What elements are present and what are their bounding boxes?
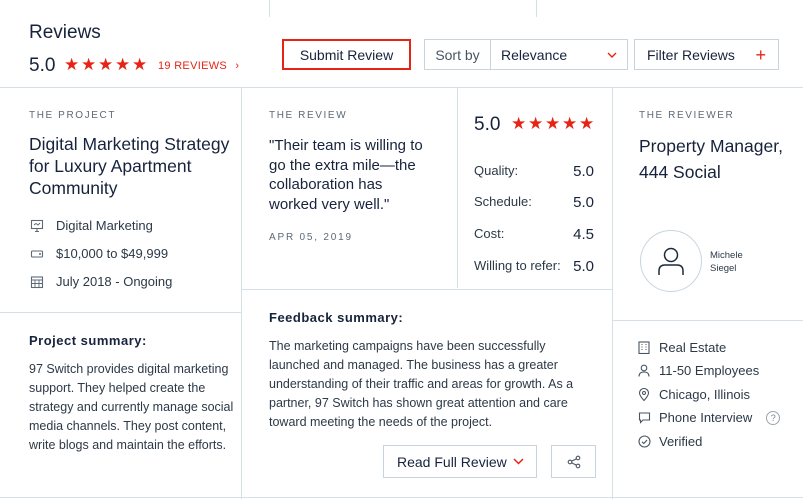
score-schedule: Schedule: 5.0 (474, 194, 594, 211)
project-title: Digital Marketing Strategy for Luxury Ap… (29, 134, 230, 198)
reviewer-location-text: Chicago, Illinois (659, 387, 751, 402)
share-icon (567, 455, 580, 468)
bottom-divider (0, 497, 803, 498)
reviews-count-link[interactable]: 19 REVIEWS › (158, 60, 239, 72)
feedback-divider (241, 289, 612, 290)
project-budget-text: $10,000 to $49,999 (56, 246, 169, 261)
review-quote: "Their team is willing to go the extra m… (269, 137, 423, 213)
chevron-down-icon (607, 52, 617, 58)
review-section-label: THE REVIEW (269, 110, 348, 121)
feedback-summary-text: The marketing campaigns have been succes… (269, 339, 574, 429)
project-budget: $10,000 to $49,999 (29, 246, 168, 261)
project-summary-text: 97 Switch provides digital marketing sup… (29, 362, 234, 452)
price-tag-icon (29, 246, 44, 261)
star-icon: ★ (132, 55, 148, 74)
star-icon: ★ (64, 55, 80, 74)
top-divider-left (269, 0, 270, 17)
score-label: Willing to refer: (474, 258, 561, 273)
reviews-count-label: 19 REVIEWS (158, 60, 228, 72)
submit-review-button[interactable]: Submit Review (282, 39, 411, 70)
reviewer-location: Chicago, Illinois (637, 387, 750, 402)
score-label: Quality: (474, 163, 519, 178)
reviewer-section-label: THE REVIEWER (639, 110, 735, 121)
review-overall-score: 5.0 (474, 114, 501, 135)
read-full-review-label: Read Full Review (397, 453, 507, 470)
star-icon: ★ (511, 114, 527, 133)
submit-review-label: Submit Review (299, 46, 394, 63)
sort-label: Sort by (425, 40, 491, 69)
read-full-review-button[interactable]: Read Full Review (383, 445, 537, 478)
person-icon (637, 364, 651, 378)
presentation-icon (29, 218, 44, 233)
filter-reviews-button[interactable]: Filter Reviews + (634, 39, 779, 70)
page-title: Reviews (29, 22, 101, 43)
feedback-summary-heading: Feedback summary: (269, 310, 404, 325)
project-timeline: July 2018 - Ongoing (29, 274, 172, 289)
top-divider-right (536, 0, 537, 17)
star-icon: ★ (579, 114, 595, 133)
project-summary-divider (0, 312, 241, 313)
overall-stars: ★ ★ ★ ★ ★ (64, 55, 148, 74)
review-date: APR 05, 2019 (269, 232, 353, 243)
project-timeline-text: July 2018 - Ongoing (56, 274, 173, 289)
project-service: Digital Marketing (29, 218, 153, 233)
score-value: 5.0 (573, 194, 594, 211)
sort-value-text: Relevance (501, 46, 568, 63)
score-value: 4.5 (573, 226, 594, 243)
chat-bubble-icon (637, 411, 651, 425)
project-section-label: THE PROJECT (29, 110, 117, 121)
reviewer-verified: Verified (637, 434, 702, 449)
star-icon: ★ (98, 55, 114, 74)
overall-rating: 5.0 (29, 55, 56, 76)
building-icon (637, 341, 651, 355)
star-icon: ★ (81, 55, 97, 74)
user-icon (658, 247, 684, 275)
help-icon[interactable]: ? (766, 410, 781, 425)
reviewer-title: Property Manager, 444 Social (639, 136, 783, 182)
chevron-right-icon: › (235, 60, 240, 72)
review-inner-divider (457, 88, 458, 288)
reviewer-last-name: Siegel (710, 263, 737, 274)
chevron-down-icon (513, 458, 524, 465)
project-service-text: Digital Marketing (56, 218, 153, 233)
reviewer-industry-text: Real Estate (659, 340, 727, 355)
reviewer-company-size: 11-50 Employees (637, 363, 759, 378)
location-pin-icon (637, 388, 651, 402)
score-quality: Quality: 5.0 (474, 163, 594, 180)
sort-select[interactable]: Sort by Relevance (424, 39, 628, 70)
column-divider-1 (241, 88, 242, 499)
reviewer-name: Michele Siegel (710, 249, 743, 275)
header-divider (0, 87, 803, 88)
reviewer-first-name: Michele (710, 250, 743, 261)
avatar (640, 230, 702, 292)
star-icon: ★ (115, 55, 131, 74)
check-circle-icon (637, 435, 651, 449)
review-stars: ★ ★ ★ ★ ★ (511, 114, 595, 133)
score-label: Cost: (474, 226, 505, 241)
reviewer-industry: Real Estate (637, 340, 726, 355)
score-label: Schedule: (474, 194, 532, 209)
reviewer-verified-text: Verified (659, 434, 703, 449)
reviewer-company-size-text: 11-50 Employees (659, 363, 760, 378)
score-value: 5.0 (573, 163, 594, 180)
reviewer-interview-type: Phone Interview ? (637, 410, 781, 425)
star-icon: ★ (528, 114, 544, 133)
score-cost: Cost: 4.5 (474, 226, 594, 243)
filter-reviews-label: Filter Reviews (647, 46, 735, 63)
score-willing-to-refer: Willing to refer: 5.0 (474, 258, 594, 275)
share-button[interactable] (551, 445, 596, 478)
star-icon: ★ (562, 114, 578, 133)
calendar-icon (29, 274, 44, 289)
reviewer-interview-text: Phone Interview (659, 410, 753, 425)
star-icon: ★ (545, 114, 561, 133)
sort-value[interactable]: Relevance (491, 47, 627, 63)
column-divider-2 (612, 88, 613, 499)
score-value: 5.0 (573, 258, 594, 275)
reviewer-details-divider (612, 320, 803, 321)
project-summary-heading: Project summary: (29, 333, 147, 348)
plus-icon: + (755, 44, 766, 65)
